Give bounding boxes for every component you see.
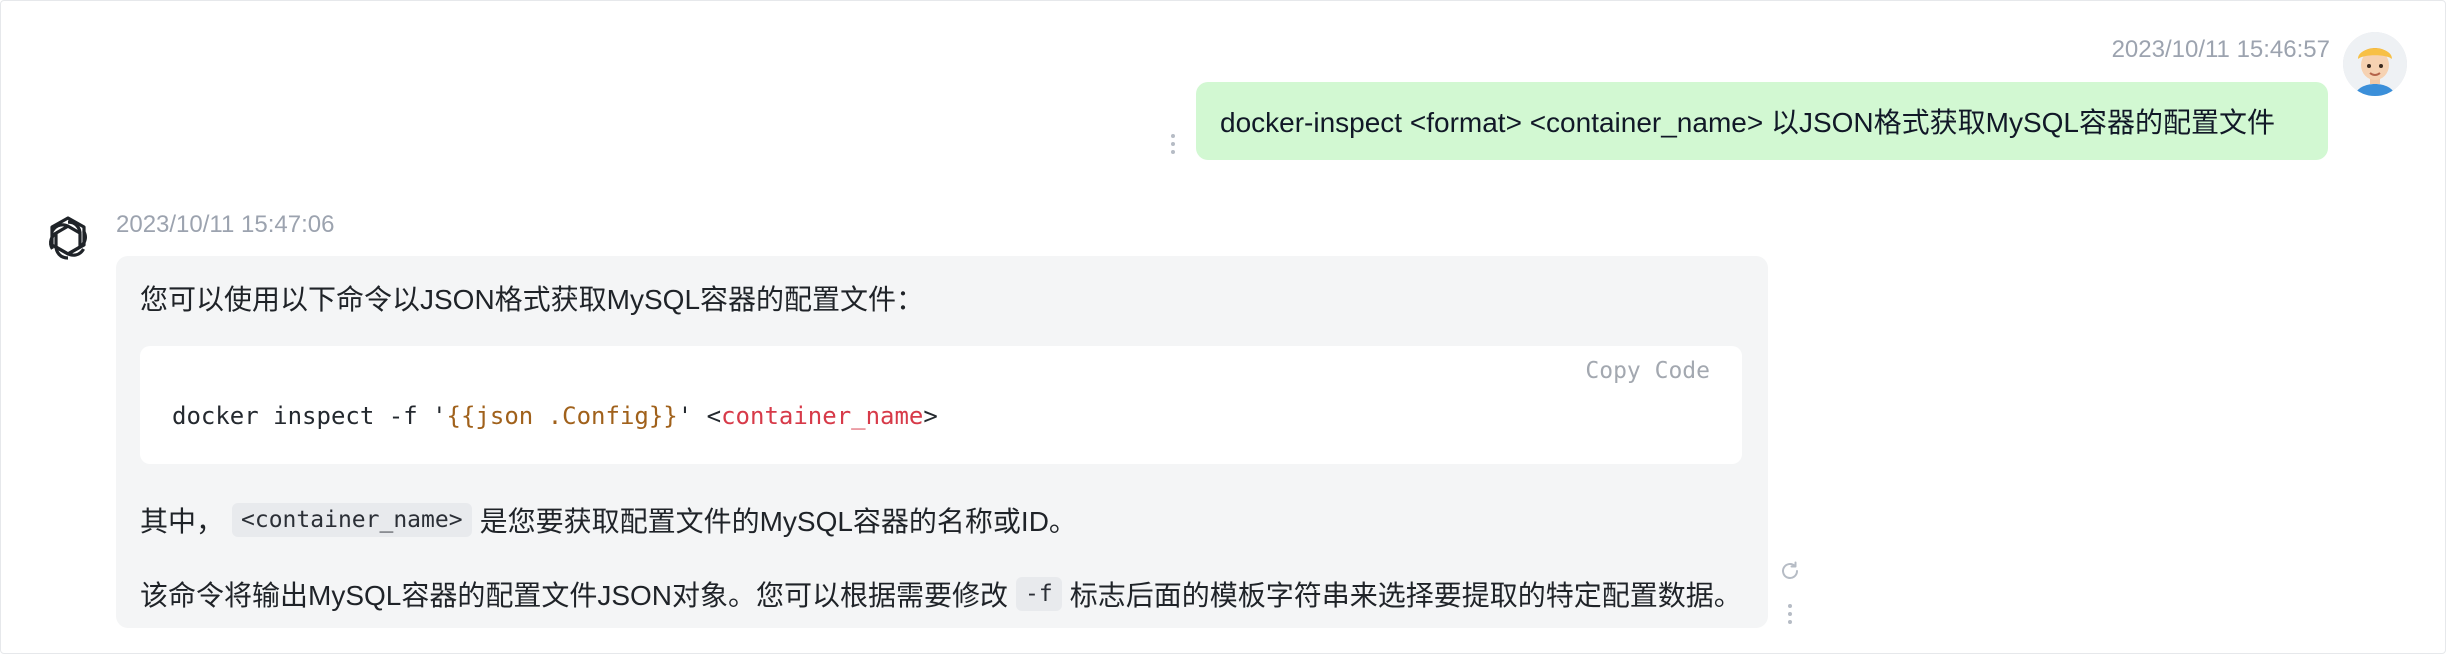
para2-inline-code: <container_name> [232, 503, 472, 537]
user-message-more-icon[interactable] [1170, 134, 1176, 154]
para3-after: 标志后面的模板字符串来选择要提取的特定配置数据。 [1069, 580, 1742, 611]
code-prefix: docker inspect -f ' [172, 402, 447, 430]
assistant-message-timestamp: 2023/10/11 15:47:06 [116, 211, 335, 238]
regenerate-icon[interactable] [1778, 559, 1802, 583]
openai-logo-icon [38, 210, 98, 270]
para2-after: 是您要获取配置文件的MySQL容器的名称或ID。 [479, 506, 1077, 537]
para3-before: 该命令将输出MySQL容器的配置文件JSON对象。您可以根据需要修改 [140, 580, 1009, 611]
assistant-intro-text: 您可以使用以下命令以JSON格式获取MySQL容器的配置文件： [140, 284, 925, 315]
assistant-paragraph-3: 该命令将输出MySQL容器的配置文件JSON对象。您可以根据需要修改 -f 标志… [140, 574, 1742, 614]
user-message-text: docker-inspect <format> <container_name>… [1220, 107, 2276, 138]
user-avatar-icon [2343, 32, 2407, 96]
assistant-message-more-icon[interactable] [1787, 604, 1793, 624]
assistant-paragraph-2: 其中， <container_name> 是您要获取配置文件的MySQL容器的名… [140, 500, 1077, 540]
code-suffix: > [923, 402, 938, 430]
code-template: {{json .Config}} [446, 402, 678, 430]
para2-before: 其中， [140, 506, 225, 537]
user-message-bubble: docker-inspect <format> <container_name>… [1196, 82, 2328, 160]
code-line: docker inspect -f '{{json .Config}}' <co… [172, 402, 938, 430]
para3-inline-code: -f [1016, 577, 1062, 611]
assistant-message-bubble: 您可以使用以下命令以JSON格式获取MySQL容器的配置文件： Copy Cod… [116, 256, 1768, 628]
user-message-timestamp: 2023/10/11 15:46:57 [2111, 36, 2330, 63]
copy-code-button[interactable]: Copy Code [1585, 358, 1710, 384]
code-block: Copy Code docker inspect -f '{{json .Con… [140, 346, 1742, 464]
user-avatar[interactable] [2343, 32, 2407, 96]
code-mid: ' < [677, 402, 722, 430]
code-placeholder: container_name [721, 402, 924, 430]
